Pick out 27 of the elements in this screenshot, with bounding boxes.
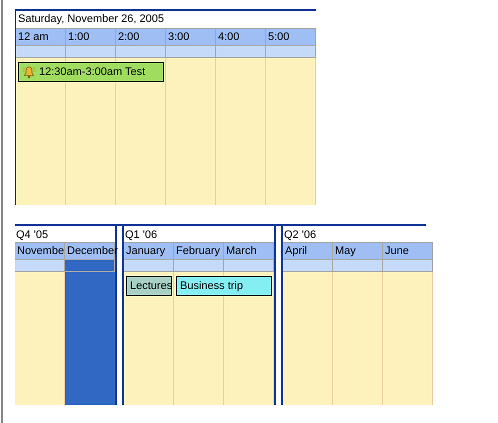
hour-header: 3:00 (166, 28, 216, 46)
hour-header: 5:00 (266, 28, 316, 46)
quarter-label: Q1 '06 (124, 228, 158, 242)
month-header[interactable]: June (383, 242, 433, 260)
quarter-label: Q4 '05 (15, 228, 50, 242)
all-day-strip-cell (266, 46, 316, 58)
hour-header: 12 am (16, 28, 66, 46)
all-day-strip-cell (116, 46, 166, 58)
hour-header: 1:00 (66, 28, 116, 46)
date-title: Saturday, November 26, 2005 (17, 12, 165, 27)
all-day-strip-cell (16, 46, 66, 58)
quarter-label: Q2 '06 (283, 228, 318, 242)
month-header[interactable]: February (174, 242, 224, 260)
month-header[interactable]: January (124, 242, 174, 260)
appointment[interactable]: Lectures (126, 276, 172, 296)
month-header[interactable]: April (283, 242, 333, 260)
all-day-strip-cell (166, 46, 216, 58)
month-header[interactable]: May (333, 242, 383, 260)
all-day-strip-cell (216, 46, 266, 58)
hour-header: 2:00 (116, 28, 166, 46)
appointment[interactable]: Business trip (176, 276, 272, 296)
appointment[interactable]: 12:30am-3:00am Test (18, 62, 164, 82)
hour-header: 4:00 (216, 28, 266, 46)
month-header[interactable]: Novembe (15, 242, 65, 260)
month-header[interactable]: March (224, 242, 274, 260)
all-day-strip-cell (66, 46, 116, 58)
selected-month-column[interactable] (65, 272, 115, 405)
